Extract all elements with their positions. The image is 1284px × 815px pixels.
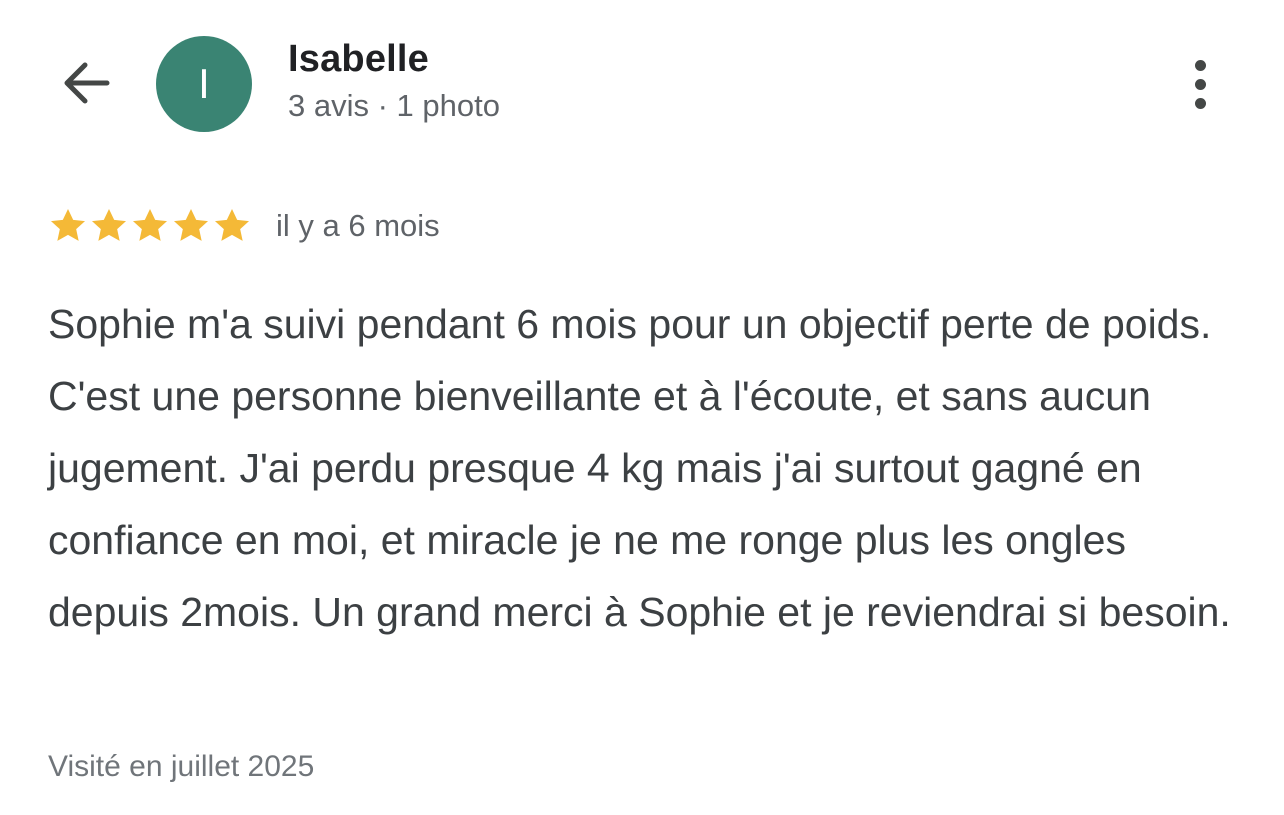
more-vertical-icon-dot bbox=[1194, 97, 1206, 109]
star-icon bbox=[51, 209, 85, 241]
more-options-button[interactable] bbox=[1170, 52, 1230, 116]
review-date: il y a 6 mois bbox=[276, 208, 440, 243]
avatar-initial: I bbox=[198, 60, 210, 107]
avatar[interactable]: I bbox=[156, 36, 252, 132]
review-page: I Isabelle 3 avis · 1 photo il y a 6 moi… bbox=[0, 0, 1284, 815]
star-icon bbox=[133, 209, 167, 241]
reviewer-name[interactable]: Isabelle bbox=[288, 38, 429, 81]
star-rating bbox=[48, 206, 252, 246]
star-icon bbox=[174, 209, 208, 241]
star-icon bbox=[92, 209, 126, 241]
more-vertical-icon bbox=[1194, 59, 1206, 71]
arrow-left-icon bbox=[64, 62, 110, 104]
review-text: Sophie m'a suivi pendant 6 mois pour un … bbox=[48, 301, 1231, 635]
star-icon bbox=[215, 209, 249, 241]
reviewer-meta[interactable]: 3 avis · 1 photo bbox=[288, 88, 500, 124]
visit-date: Visité en juillet 2025 bbox=[48, 750, 315, 783]
more-vertical-icon-dot bbox=[1194, 78, 1206, 90]
back-button[interactable] bbox=[50, 48, 120, 118]
rating-row: il y a 6 mois bbox=[48, 202, 440, 250]
